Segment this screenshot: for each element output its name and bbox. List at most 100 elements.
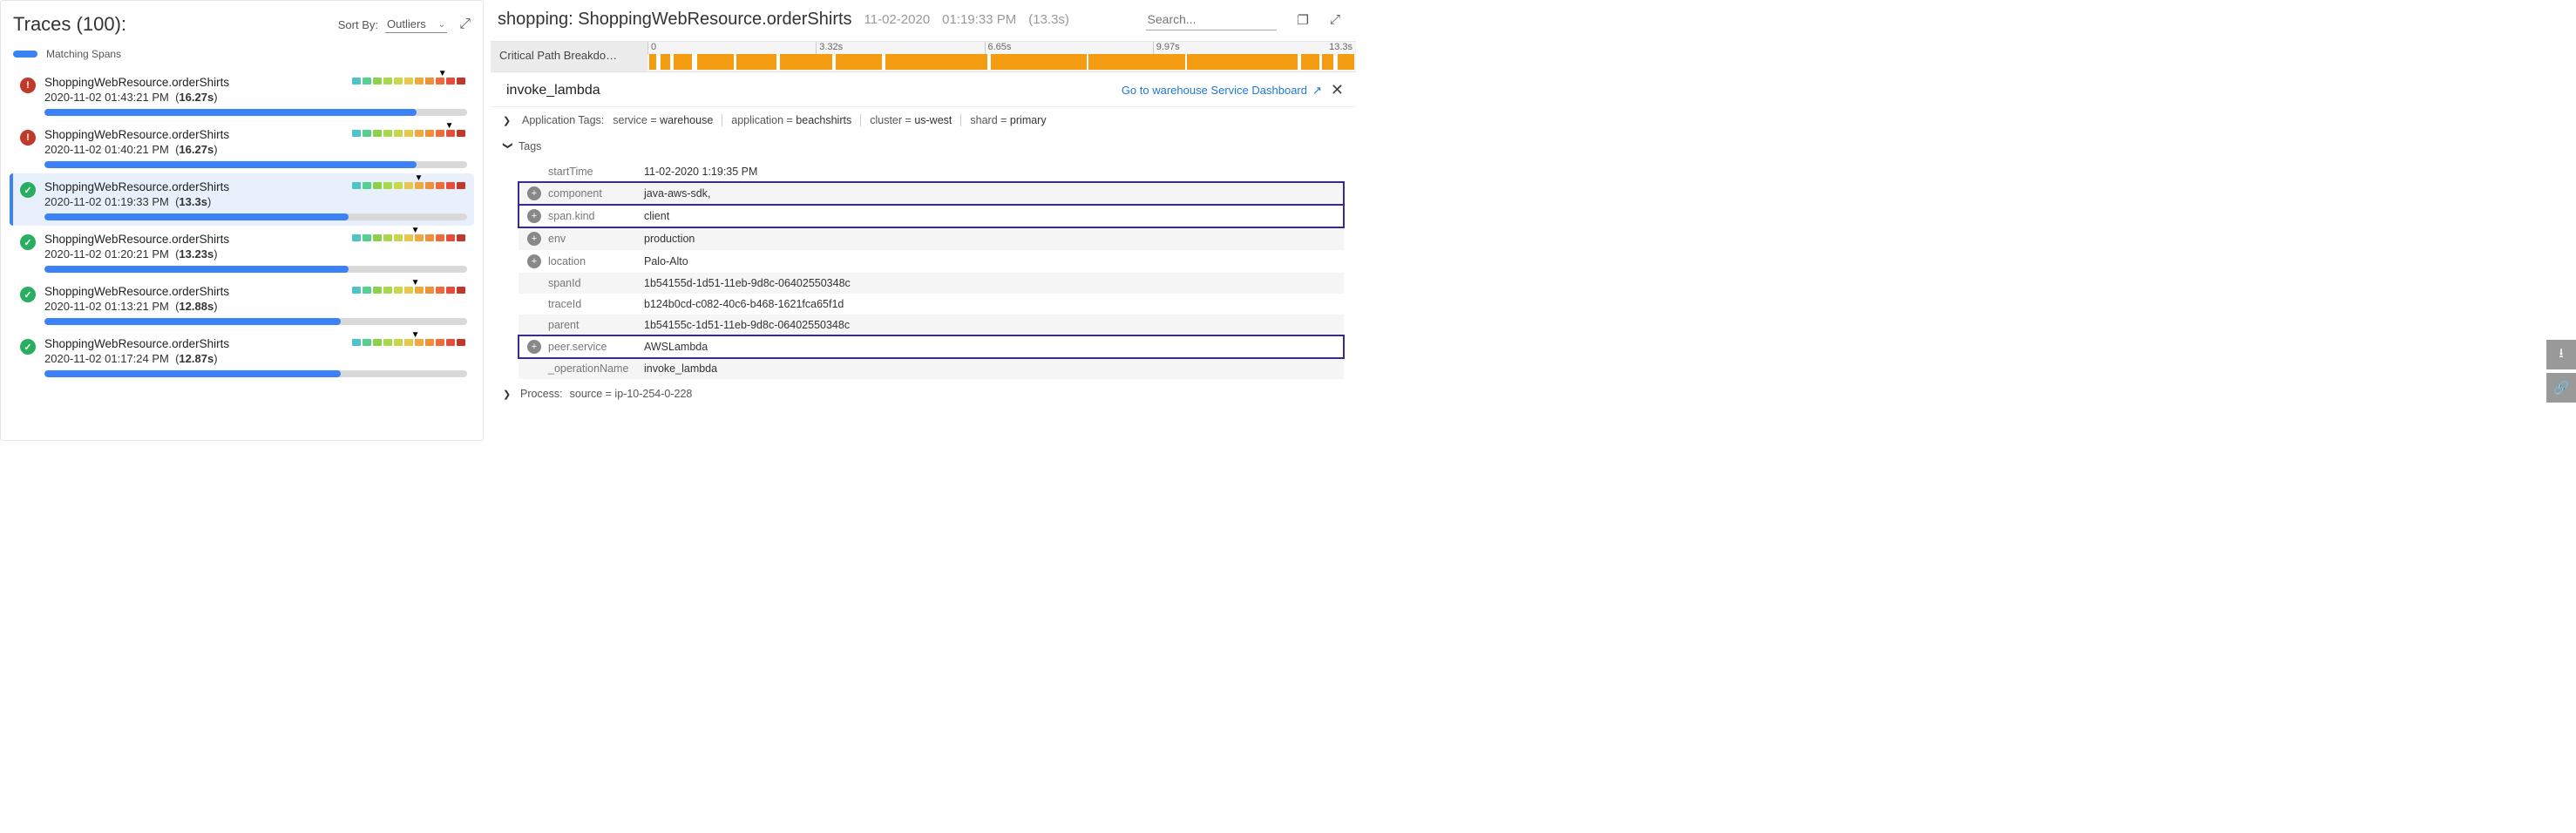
- span-duration-bar: [44, 318, 467, 325]
- add-tag-button[interactable]: +: [527, 232, 541, 246]
- tag-row: _operationNameinvoke_lambda: [519, 358, 1344, 379]
- span-duration-bar: [44, 109, 467, 116]
- traces-panel: Traces (100): Sort By: Outliers ⌄ ⤢ Matc…: [0, 0, 484, 441]
- trace-meta: 2020-11-02 01:17:24 PM (12.87s): [44, 352, 467, 365]
- trace-meta: 2020-11-02 01:43:21 PM (16.27s): [44, 91, 467, 104]
- trace-item[interactable]: ✓ShoppingWebResource.orderShirts2020-11-…: [10, 330, 474, 383]
- detail-date: 11-02-2020: [864, 12, 931, 27]
- trace-item[interactable]: ✓ShoppingWebResource.orderShirts2020-11-…: [10, 173, 474, 226]
- span-duration-bar: [44, 213, 467, 220]
- add-tag-button[interactable]: +: [527, 254, 541, 268]
- application-tags-label: Application Tags:: [522, 114, 604, 126]
- traces-title: Traces (100):: [13, 13, 126, 36]
- tag-key: location: [548, 255, 644, 268]
- tag-key: startTime: [548, 166, 644, 178]
- timeline: Critical Path Breakdo… 03.32s6.65s9.97s1…: [491, 41, 1356, 72]
- tag-value: java-aws-sdk,: [644, 187, 710, 200]
- tags-label: Tags: [519, 140, 541, 152]
- tag-value: 1b54155c-1d51-11eb-9d8c-06402550348c: [644, 319, 850, 331]
- heat-map: ▼: [352, 182, 465, 189]
- add-tag-button[interactable]: +: [527, 340, 541, 354]
- success-icon: ✓: [20, 339, 36, 355]
- tag-row: parent1b54155c-1d51-11eb-9d8c-0640255034…: [519, 315, 1344, 335]
- span-duration-bar: [44, 266, 467, 273]
- chevron-right-icon[interactable]: ❯: [503, 115, 513, 126]
- tag-value: Palo-Alto: [644, 255, 688, 268]
- tag-value: production: [644, 233, 695, 245]
- expand-icon[interactable]: ⤢: [1330, 12, 1340, 27]
- tag-key: peer.service: [548, 341, 644, 353]
- link-button[interactable]: 🔗: [2546, 373, 2576, 403]
- legend-label: Matching Spans: [46, 48, 121, 60]
- sort-select[interactable]: Outliers: [385, 16, 447, 33]
- add-tag-button[interactable]: +: [527, 186, 541, 200]
- trace-list: !ShoppingWebResource.orderShirts2020-11-…: [1, 69, 483, 383]
- timeline-label: Critical Path Breakdo…: [491, 42, 647, 71]
- heat-map: ▼: [352, 287, 465, 294]
- tag-key: env: [548, 233, 644, 245]
- tag-key: traceId: [548, 298, 644, 310]
- tag-row: traceIdb124b0cd-c082-40c6-b468-1621fca65…: [519, 294, 1344, 315]
- application-tags-row: ❯ Application Tags: service = warehouse a…: [491, 107, 1356, 133]
- error-icon: !: [20, 130, 36, 146]
- tags-table: startTime11-02-2020 1:19:35 PM + component…: [519, 161, 1344, 379]
- detail-duration: (13.3s): [1028, 12, 1069, 27]
- tag-row: + locationPalo-Alto: [519, 250, 1344, 273]
- span-duration-bar: [44, 370, 467, 377]
- error-icon: !: [20, 78, 36, 93]
- tag-row: + componentjava-aws-sdk,: [519, 182, 1344, 205]
- trace-item[interactable]: !ShoppingWebResource.orderShirts2020-11-…: [10, 121, 474, 173]
- trace-meta: 2020-11-02 01:20:21 PM (13.23s): [44, 247, 467, 261]
- heat-map: ▼: [352, 130, 465, 137]
- application-tag: cluster = us-west: [870, 114, 961, 126]
- process-row: ❯ Process: source = ip-10-254-0-228: [491, 379, 1356, 409]
- success-icon: ✓: [20, 234, 36, 250]
- heat-map: ▼: [352, 339, 465, 346]
- detail-time: 01:19:33 PM: [942, 12, 1016, 27]
- trace-item[interactable]: ✓ShoppingWebResource.orderShirts2020-11-…: [10, 278, 474, 330]
- tag-key: _operationName: [548, 362, 644, 375]
- tag-key: parent: [548, 319, 644, 331]
- success-icon: ✓: [20, 182, 36, 198]
- expand-icon[interactable]: ⤢: [459, 17, 471, 32]
- chevron-down-icon[interactable]: ❯: [503, 141, 514, 152]
- span-name: invoke_lambda: [503, 83, 600, 98]
- tag-value: AWSLambda: [644, 341, 708, 353]
- detail-title: shopping: ShoppingWebResource.orderShirt…: [498, 10, 852, 30]
- tag-key: component: [548, 187, 644, 200]
- external-link-icon: ↗: [1312, 84, 1322, 98]
- application-tag: service = warehouse: [613, 114, 722, 126]
- close-icon[interactable]: ✕: [1331, 81, 1344, 99]
- span-duration-bar: [44, 161, 467, 168]
- tag-row: startTime11-02-2020 1:19:35 PM: [519, 161, 1344, 182]
- heat-map: ▼: [352, 78, 465, 85]
- service-dashboard-link[interactable]: Go to warehouse Service Dashboard ↗: [1122, 84, 1322, 98]
- application-tag: application = beachshirts: [731, 114, 861, 126]
- process-label: Process:: [520, 388, 563, 400]
- trace-item[interactable]: ✓ShoppingWebResource.orderShirts2020-11-…: [10, 226, 474, 278]
- trace-meta: 2020-11-02 01:13:21 PM (12.88s): [44, 300, 467, 313]
- tag-key: span.kind: [548, 210, 644, 222]
- trace-meta: 2020-11-02 01:19:33 PM (13.3s): [44, 195, 467, 208]
- search-input[interactable]: [1146, 9, 1277, 30]
- trace-item[interactable]: !ShoppingWebResource.orderShirts2020-11-…: [10, 69, 474, 121]
- detail-panel: shopping: ShoppingWebResource.orderShirt…: [491, 0, 1356, 441]
- tag-value: client: [644, 210, 669, 222]
- timeline-ticks: 03.32s6.65s9.97s13.3s: [647, 42, 1356, 54]
- chevron-right-icon[interactable]: ❯: [503, 389, 513, 400]
- add-tag-button[interactable]: +: [527, 209, 541, 223]
- tag-row: + envproduction: [519, 227, 1344, 250]
- trace-meta: 2020-11-02 01:40:21 PM (16.27s): [44, 143, 467, 156]
- heat-map: ▼: [352, 234, 465, 241]
- download-button[interactable]: ⭳: [2546, 340, 2576, 369]
- tag-row: + peer.serviceAWSLambda: [519, 335, 1344, 358]
- critical-path-bar[interactable]: [649, 54, 1354, 70]
- tag-key: spanId: [548, 277, 644, 289]
- restore-icon[interactable]: ❐: [1298, 12, 1309, 28]
- tag-row: spanId1b54155d-1d51-11eb-9d8c-0640255034…: [519, 273, 1344, 294]
- legend-swatch: [13, 51, 37, 58]
- success-icon: ✓: [20, 287, 36, 302]
- sort-by-label: Sort By:: [338, 18, 378, 31]
- tag-value: b124b0cd-c082-40c6-b468-1621fca65f1d: [644, 298, 844, 310]
- tag-value: invoke_lambda: [644, 362, 717, 375]
